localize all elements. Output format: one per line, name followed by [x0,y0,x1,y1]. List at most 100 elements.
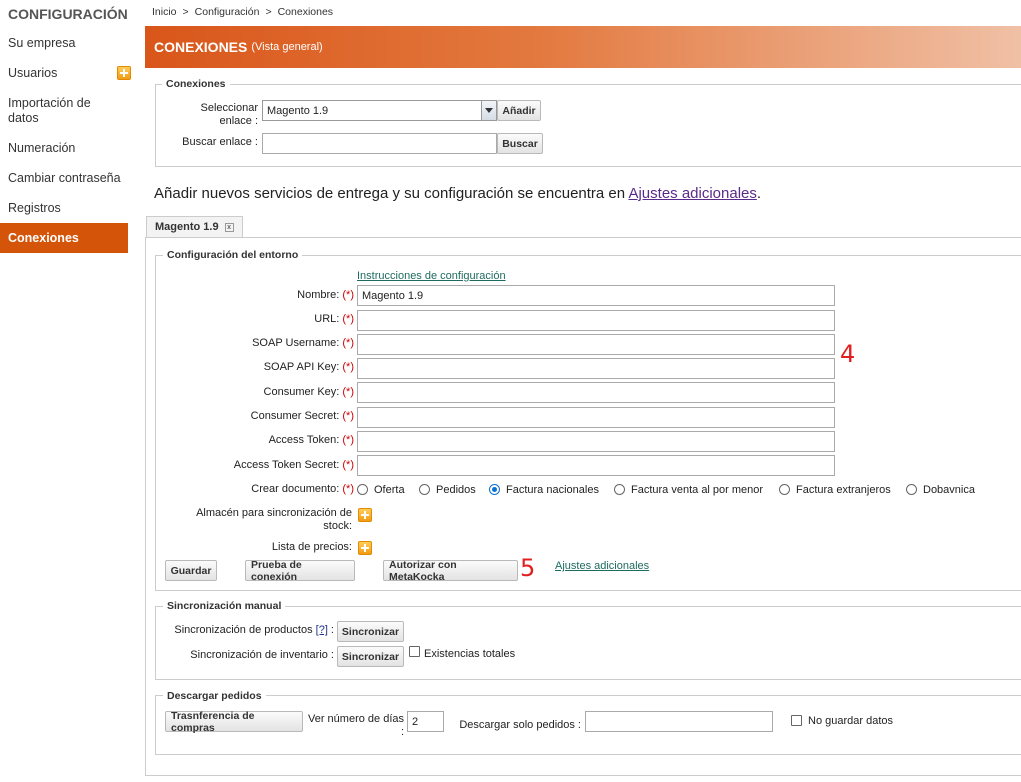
total-stock-label: Existencias totales [424,648,516,660]
colon: : [327,624,334,636]
soap-username-input[interactable] [357,334,835,355]
warehouse-label: Almacén para sincronización de stock: [196,507,352,532]
access-token-input[interactable] [357,431,835,452]
product-sync-label: Sincronización de productos [?] : [150,624,334,637]
sidebar: CONFIGURACIÓN Su empresa Usuarios Import… [0,0,131,782]
field-label: Access Token Secret: (*) [180,459,354,472]
radio-label: Factura venta al por menor [631,484,764,496]
consumer-key-input[interactable] [357,382,835,403]
total-stock-checkbox[interactable] [409,646,420,657]
radio-factura-nacionales[interactable] [489,484,500,495]
download-orders-legend: Descargar pedidos [163,690,266,702]
soap-api-key-input[interactable] [357,358,835,379]
breadcrumb-configuracion[interactable]: Configuración [195,6,260,18]
breadcrumb: Inicio > Configuración > Conexiones [152,6,339,18]
field-label-text: Access Token Secret: [233,459,340,471]
sidebar-title: CONFIGURACIÓN [8,6,128,22]
setup-instructions-link[interactable]: Instrucciones de configuración [357,270,506,282]
sidebar-item-conexiones[interactable]: Conexiones [0,223,128,253]
manual-sync-fieldset [155,606,1021,680]
consumer-secret-input[interactable] [357,407,835,428]
only-orders-label: Descargar solo pedidos : [459,719,581,731]
search-link-input[interactable] [262,133,497,154]
info-text-suffix: . [756,185,762,202]
product-sync-label-text: Sincronización de productos [174,624,313,636]
add-price-list-icon[interactable] [358,541,372,555]
radio-pedidos[interactable] [419,484,430,495]
test-connection-button[interactable]: Prueba de conexión [245,559,355,583]
sync-inventory-button[interactable]: Sincronizar [337,646,404,667]
radio-label: Dobavnica [923,484,975,496]
breadcrumb-conexiones: Conexiones [277,6,334,18]
required-mark: (*) [342,361,354,373]
inventory-sync-label: Sincronización de inventario : [190,649,334,661]
breadcrumb-inicio[interactable]: Inicio [152,6,177,18]
additional-settings-link[interactable]: Ajustes adicionales [555,560,649,572]
radio-label: Pedidos [436,484,476,496]
field-label-text: Nombre: [297,289,340,301]
price-list-label: Lista de precios: [271,541,352,553]
days-input[interactable] [407,711,444,732]
access-token-secret-input[interactable] [357,455,835,476]
no-save-data-checkbox[interactable] [791,715,802,726]
required-mark: (*) [342,386,354,398]
field-label: SOAP Username: (*) [180,337,354,350]
panel-border [145,237,146,775]
save-button[interactable]: Guardar [165,560,217,581]
environment-legend: Configuración del entorno [163,249,303,261]
add-user-icon[interactable] [117,66,131,80]
sidebar-item-usuarios[interactable]: Usuarios [0,66,128,81]
page-title: CONEXIONES [154,39,248,55]
only-orders-input[interactable] [585,711,773,732]
required-mark: (*) [342,483,354,495]
help-link[interactable]: [?] [316,624,328,636]
required-mark: (*) [342,337,354,349]
breadcrumb-separator: > [182,6,189,18]
tab-magento[interactable]: Magento 1.9 x [146,216,243,237]
info-text: Añadir nuevos servicios de entrega y su … [154,185,761,202]
radio-dobavnica[interactable] [906,484,917,495]
link-select-value: Magento 1.9 [267,104,329,117]
radio-oferta[interactable] [357,484,368,495]
link-select[interactable]: Magento 1.9 [262,100,497,121]
required-mark: (*) [342,289,354,301]
add-warehouse-icon[interactable] [358,508,372,522]
authorize-metakocka-button[interactable]: Autorizar con MetaKocka [383,559,518,583]
field-label-text: SOAP Username: [252,337,340,349]
radio-factura-extranjeros[interactable] [779,484,790,495]
sidebar-item-su-empresa[interactable]: Su empresa [0,36,128,51]
required-mark: (*) [342,434,354,446]
nombre-input[interactable] [357,285,835,306]
sync-products-button[interactable]: Sincronizar [337,621,404,642]
url-input[interactable] [357,310,835,331]
search-link-label: Buscar enlace : [182,136,258,148]
radio-label: Factura extranjeros [796,484,891,496]
field-label: Nombre: (*) [180,289,354,302]
add-link-button[interactable]: Añadir [497,100,541,121]
panel-border [145,775,1021,776]
breadcrumb-separator: > [265,6,272,18]
manual-sync-legend: Sincronización manual [163,600,286,612]
tab-divider [145,237,1021,238]
no-save-data-label: No guardar datos [808,715,893,727]
days-label: Ver número de días: [303,713,404,739]
radio-factura-venta-menor[interactable] [614,484,625,495]
required-mark: (*) [342,313,354,325]
sidebar-item-importacion[interactable]: Importación de datos [0,96,110,126]
field-label-text: Consumer Secret: [250,410,340,422]
search-button[interactable]: Buscar [497,133,543,154]
transfer-purchases-button[interactable]: Trasnferencia de compras [165,710,303,734]
additional-settings-link[interactable]: Ajustes adicionales [628,185,756,202]
close-icon[interactable]: x [224,222,234,232]
page-subtitle: (Vista general) [251,41,323,53]
chevron-down-icon[interactable] [481,101,496,120]
field-label-text: Access Token: [268,434,340,446]
annotation-5: 5 [520,554,536,582]
sidebar-item-registros[interactable]: Registros [0,201,128,216]
radio-label: Oferta [374,484,405,496]
required-mark: (*) [342,410,354,422]
days-label-text: Ver número de días [307,713,404,725]
required-mark: (*) [342,459,354,471]
sidebar-item-cambiar-contrasena[interactable]: Cambiar contraseña [0,171,128,186]
sidebar-item-numeracion[interactable]: Numeración [0,141,128,156]
